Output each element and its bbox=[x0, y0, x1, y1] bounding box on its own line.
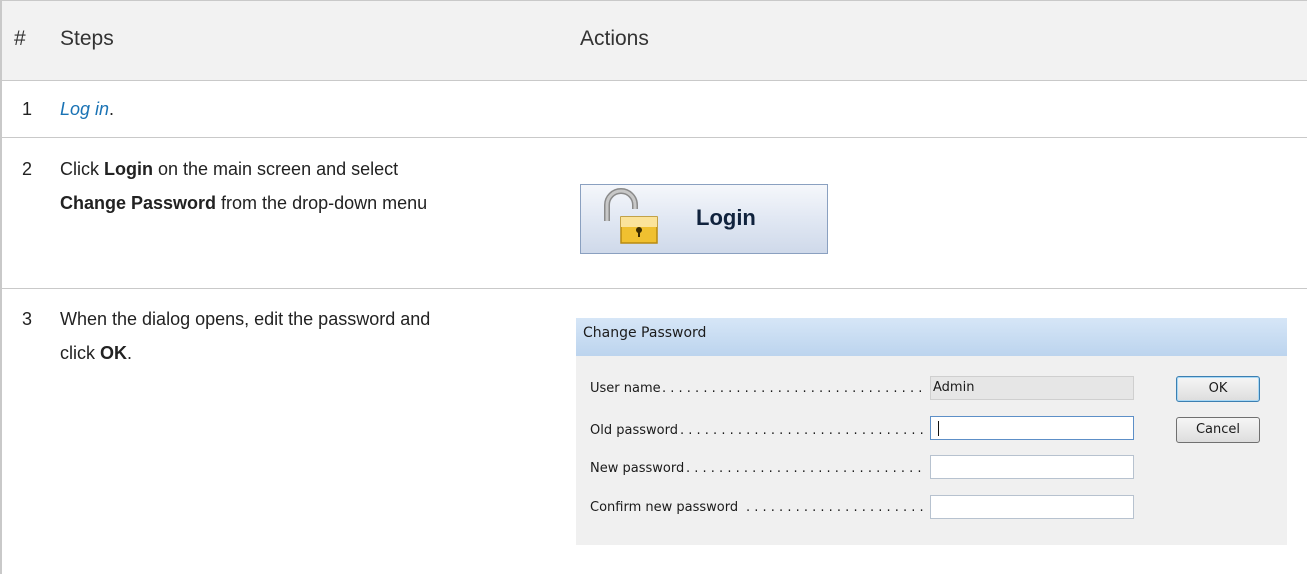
step-text: Change Password from the drop-down menu bbox=[60, 193, 428, 213]
user-name-label: User name bbox=[590, 381, 661, 396]
table-top-border bbox=[0, 0, 1307, 1]
header-number: # bbox=[14, 27, 26, 50]
log-in-link[interactable]: Log in bbox=[60, 99, 109, 119]
text-caret bbox=[938, 421, 939, 436]
confirm-password-label: Confirm new password bbox=[590, 500, 739, 515]
steps-table: # Steps Actions 1 Log in. 2 Click Login … bbox=[0, 0, 1307, 574]
login-button[interactable]: Login bbox=[580, 184, 828, 254]
login-label: Login bbox=[696, 205, 756, 230]
row-divider bbox=[0, 137, 1307, 138]
step-text: When the dialog opens, edit the password… bbox=[60, 309, 431, 329]
dialog-title: Change Password bbox=[576, 318, 1287, 356]
old-password-field[interactable] bbox=[930, 416, 1134, 440]
step-text: click OK. bbox=[60, 343, 133, 363]
table-header bbox=[0, 0, 1307, 80]
change-password-dialog: Change Password User name . . . . . . . … bbox=[576, 318, 1287, 545]
new-password-field[interactable] bbox=[930, 455, 1134, 479]
row-number: 3 bbox=[22, 309, 33, 329]
header-steps: Steps bbox=[60, 27, 114, 50]
old-password-label: Old password bbox=[590, 423, 678, 438]
dot-leader: . . . . . . . . . . . . . . . . . . . . … bbox=[746, 500, 926, 515]
lock-icon bbox=[604, 188, 658, 244]
dot-leader: . . . . . . . . . . . . . . . . . . . . … bbox=[686, 461, 926, 476]
dot-leader: . . . . . . . . . . . . . . . . . . . . … bbox=[680, 423, 926, 438]
row-divider bbox=[0, 80, 1307, 81]
row-number: 1 bbox=[22, 99, 33, 119]
row-number: 2 bbox=[22, 159, 33, 179]
step-text: Log in. bbox=[60, 99, 115, 119]
dot-leader: . . . . . . . . . . . . . . . . . . . . … bbox=[662, 381, 926, 396]
ok-button[interactable]: OK bbox=[1176, 376, 1260, 402]
table-left-border bbox=[0, 0, 2, 574]
new-password-label: New password bbox=[590, 461, 685, 476]
step-text: Click Login on the main screen and selec… bbox=[60, 159, 399, 179]
cancel-button[interactable]: Cancel bbox=[1176, 417, 1260, 443]
row-divider bbox=[0, 288, 1307, 289]
header-actions: Actions bbox=[580, 27, 649, 50]
confirm-password-field[interactable] bbox=[930, 495, 1134, 519]
user-name-field: Admin bbox=[930, 376, 1134, 400]
